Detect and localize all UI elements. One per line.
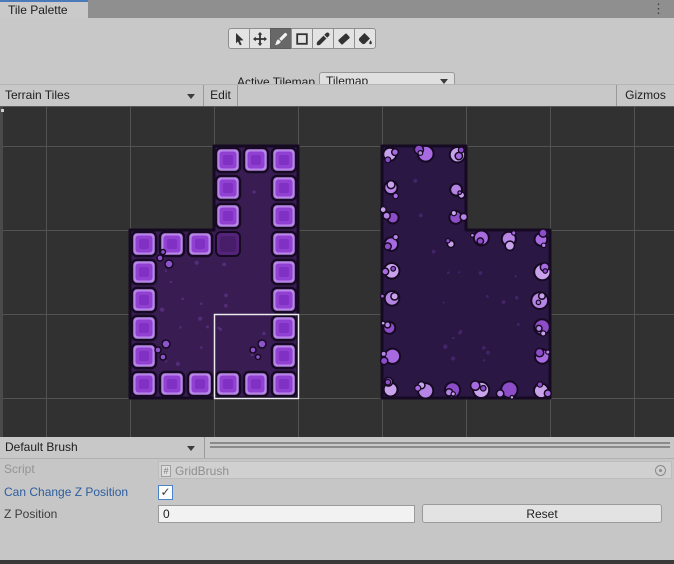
palette-canvas-svg[interactable]: [0, 107, 674, 437]
move-tool-button[interactable]: [249, 28, 271, 49]
select-cursor-icon: [231, 31, 247, 47]
eraser-icon: [336, 31, 352, 47]
brush-name: Default Brush: [5, 440, 78, 454]
paintbrush-icon: [273, 31, 289, 47]
tab-tile-palette[interactable]: Tile Palette: [0, 0, 88, 18]
brush-bar-scrollbar[interactable]: [210, 442, 670, 448]
palette-select-dropdown[interactable]: Terrain Tiles: [0, 85, 203, 106]
chevron-down-icon: [187, 446, 195, 451]
toolbar-pane: Active Tilemap Tilemap: [0, 18, 674, 84]
tab-bar: Tile Palette ⋮: [0, 0, 674, 18]
tool-group: [228, 28, 376, 49]
picker-tool-button[interactable]: [312, 28, 334, 49]
window-bottom-edge: [0, 560, 674, 564]
edit-button[interactable]: Edit: [204, 85, 237, 106]
eraser-tool-button[interactable]: [333, 28, 355, 49]
tab-title: Tile Palette: [8, 3, 68, 17]
chevron-down-icon: [187, 94, 195, 99]
tile-palette-window: Tile Palette ⋮: [0, 0, 674, 564]
separator: [237, 85, 238, 106]
checkmark-icon: ✓: [160, 485, 170, 499]
csharp-script-icon: #: [161, 465, 171, 477]
script-value: GridBrush: [175, 464, 229, 478]
brush-bar: Default Brush: [0, 437, 674, 459]
select-tool-button[interactable]: [228, 28, 250, 49]
brush-inspector: Script # GridBrush Can Change Z Position…: [0, 459, 674, 560]
kebab-menu-icon[interactable]: ⋮: [652, 1, 664, 17]
z-position-label: Z Position: [4, 505, 154, 523]
box-outline-icon: [294, 31, 310, 47]
script-object-field: # GridBrush: [158, 461, 672, 479]
can-change-z-label: Can Change Z Position: [4, 483, 154, 501]
box-fill-tool-button[interactable]: [291, 28, 313, 49]
eyedropper-icon: [315, 31, 331, 47]
palette-canvas[interactable]: [0, 107, 674, 437]
paint-bucket-icon: [357, 31, 373, 47]
z-position-input[interactable]: [158, 505, 415, 523]
palette-header-bar: Terrain Tiles Edit Gizmos: [0, 84, 674, 107]
script-label: Script: [4, 460, 154, 478]
brush-select-dropdown[interactable]: Default Brush: [0, 437, 203, 458]
gizmos-button[interactable]: Gizmos: [617, 85, 674, 106]
paint-tool-button[interactable]: [270, 28, 292, 49]
can-change-z-checkbox[interactable]: ✓: [158, 485, 173, 500]
reset-button[interactable]: Reset: [422, 504, 662, 523]
separator: [204, 437, 205, 458]
fill-bucket-tool-button[interactable]: [354, 28, 376, 49]
move-arrows-icon: [252, 31, 268, 47]
palette-name: Terrain Tiles: [5, 88, 70, 102]
object-picker-icon[interactable]: [655, 465, 666, 476]
